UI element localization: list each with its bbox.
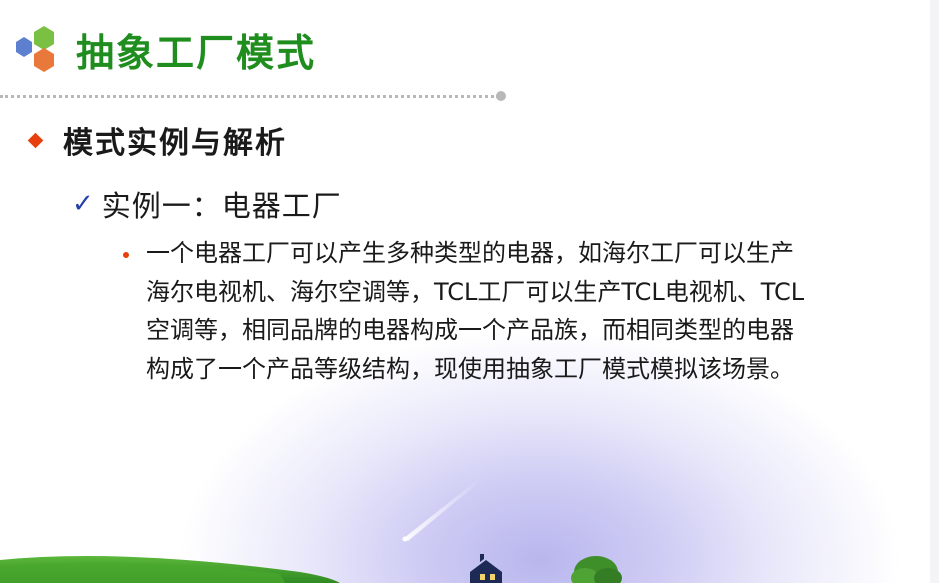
slide-title: 抽象工厂模式 xyxy=(76,30,317,75)
description-line: 一个电器工厂可以产生多种类型的电器，如海尔工厂可以生产 xyxy=(146,239,794,267)
dot-bullet-icon xyxy=(123,252,129,258)
star-sparkle xyxy=(402,536,408,542)
shooting-star-streak xyxy=(404,478,482,541)
description-line: 构成了一个产品等级结构，现使用抽象工厂模式模拟该场景。 xyxy=(146,354,794,383)
example-description: 一个电器工厂可以产生多种类型的电器，如海尔工厂可以生产 海尔电视机、海尔空调等，… xyxy=(146,234,916,388)
description-line: 空调等，相同品牌的电器构成一个产品族，而相同类型的电器 xyxy=(146,316,794,344)
logo-hexagon-green xyxy=(34,26,54,50)
divider-end-dot xyxy=(496,91,506,101)
checkmark-icon: ✓ xyxy=(72,189,94,219)
logo-hexagon-blue xyxy=(16,37,32,57)
diamond-bullet-icon xyxy=(27,132,44,148)
description-line: 海尔电视机、海尔空调等，TCL工厂可以生产TCL电视机、TCL xyxy=(146,277,805,306)
section-heading-row: 模式实例与解析 xyxy=(26,118,287,162)
logo-hexagon-orange xyxy=(34,48,54,72)
example-heading-row: ✓ 实例一：电器工厂 xyxy=(72,182,342,226)
example-heading: 实例一：电器工厂 xyxy=(101,189,342,223)
hexagon-cluster-logo xyxy=(16,26,54,72)
section-heading: 模式实例与解析 xyxy=(63,126,287,161)
right-edge-strip xyxy=(930,0,939,583)
tree-silhouette xyxy=(571,556,622,583)
title-divider xyxy=(0,95,499,98)
slide: 抽象工厂模式 模式实例与解析 ✓ 实例一：电器工厂 一个电器工厂可以产生多种类型… xyxy=(0,0,939,583)
house-silhouette xyxy=(470,554,502,583)
